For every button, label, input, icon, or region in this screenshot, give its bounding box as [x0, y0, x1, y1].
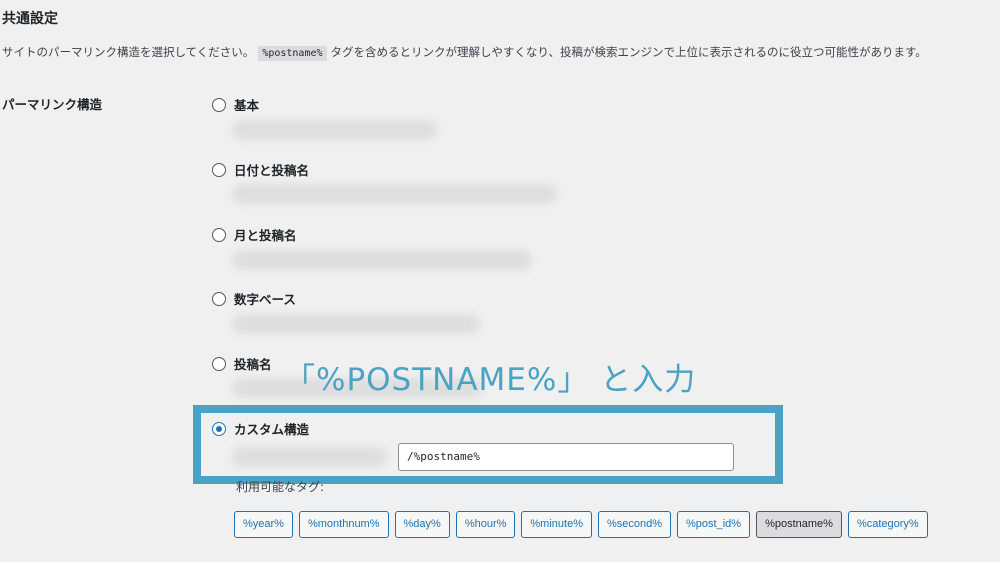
permalink-description: サイトのパーマリンク構造を選択してください。 %postname% タグを含めるとリ…: [2, 44, 1000, 61]
option-post-name-label: 投稿名: [234, 357, 272, 372]
blurred-example-url: [232, 314, 480, 334]
blurred-example-url: [232, 250, 532, 270]
tag-monthnum-button[interactable]: %monthnum%: [298, 511, 389, 538]
option-day-and-name[interactable]: 日付と投稿名: [212, 160, 309, 179]
tag-day-button[interactable]: %day%: [394, 511, 450, 538]
radio-day-and-name[interactable]: [212, 162, 226, 177]
option-basic-label: 基本: [234, 98, 260, 113]
available-tags: %year% %monthnum% %day% %hour% %minute% …: [234, 511, 928, 538]
option-basic[interactable]: 基本: [212, 95, 259, 114]
tag-post-id-button[interactable]: %post_id%: [677, 511, 751, 538]
description-text-after: タグを含めるとリンクが理解しやすくなり、投稿が検索エンジンで上位に表示されるのに…: [330, 45, 927, 59]
option-numeric-label: 数字ベース: [234, 292, 296, 307]
option-numeric[interactable]: 数字ベース: [212, 289, 296, 308]
tag-second-button[interactable]: %second%: [597, 511, 672, 538]
blurred-example-url: [232, 184, 557, 204]
blurred-example-url: [232, 120, 437, 140]
tag-minute-button[interactable]: %minute%: [521, 511, 592, 538]
radio-basic[interactable]: [212, 97, 226, 112]
tag-postname-button[interactable]: %postname%: [756, 511, 842, 538]
option-month-and-name[interactable]: 月と投稿名: [212, 225, 297, 244]
postname-code: %postname%: [258, 46, 327, 61]
annotation-text: 「%POSTNAME%」 と入力: [284, 362, 697, 398]
highlight-box: [193, 405, 783, 484]
option-month-and-name-label: 月と投稿名: [234, 228, 297, 243]
tag-category-button[interactable]: %category%: [847, 511, 928, 538]
section-title: 共通設定: [2, 11, 58, 27]
radio-numeric[interactable]: [212, 291, 226, 306]
tag-year-button[interactable]: %year%: [234, 511, 293, 538]
permalink-structure-label: パーマリンク構造: [2, 97, 103, 112]
available-tags-label: 利用可能なタグ:: [236, 480, 325, 494]
tag-hour-button[interactable]: %hour%: [455, 511, 516, 538]
radio-post-name[interactable]: [212, 356, 226, 371]
description-text-before: サイトのパーマリンク構造を選択してください。: [2, 45, 255, 59]
option-day-and-name-label: 日付と投稿名: [234, 163, 310, 178]
option-post-name[interactable]: 投稿名: [212, 354, 272, 373]
radio-month-and-name[interactable]: [212, 227, 226, 242]
